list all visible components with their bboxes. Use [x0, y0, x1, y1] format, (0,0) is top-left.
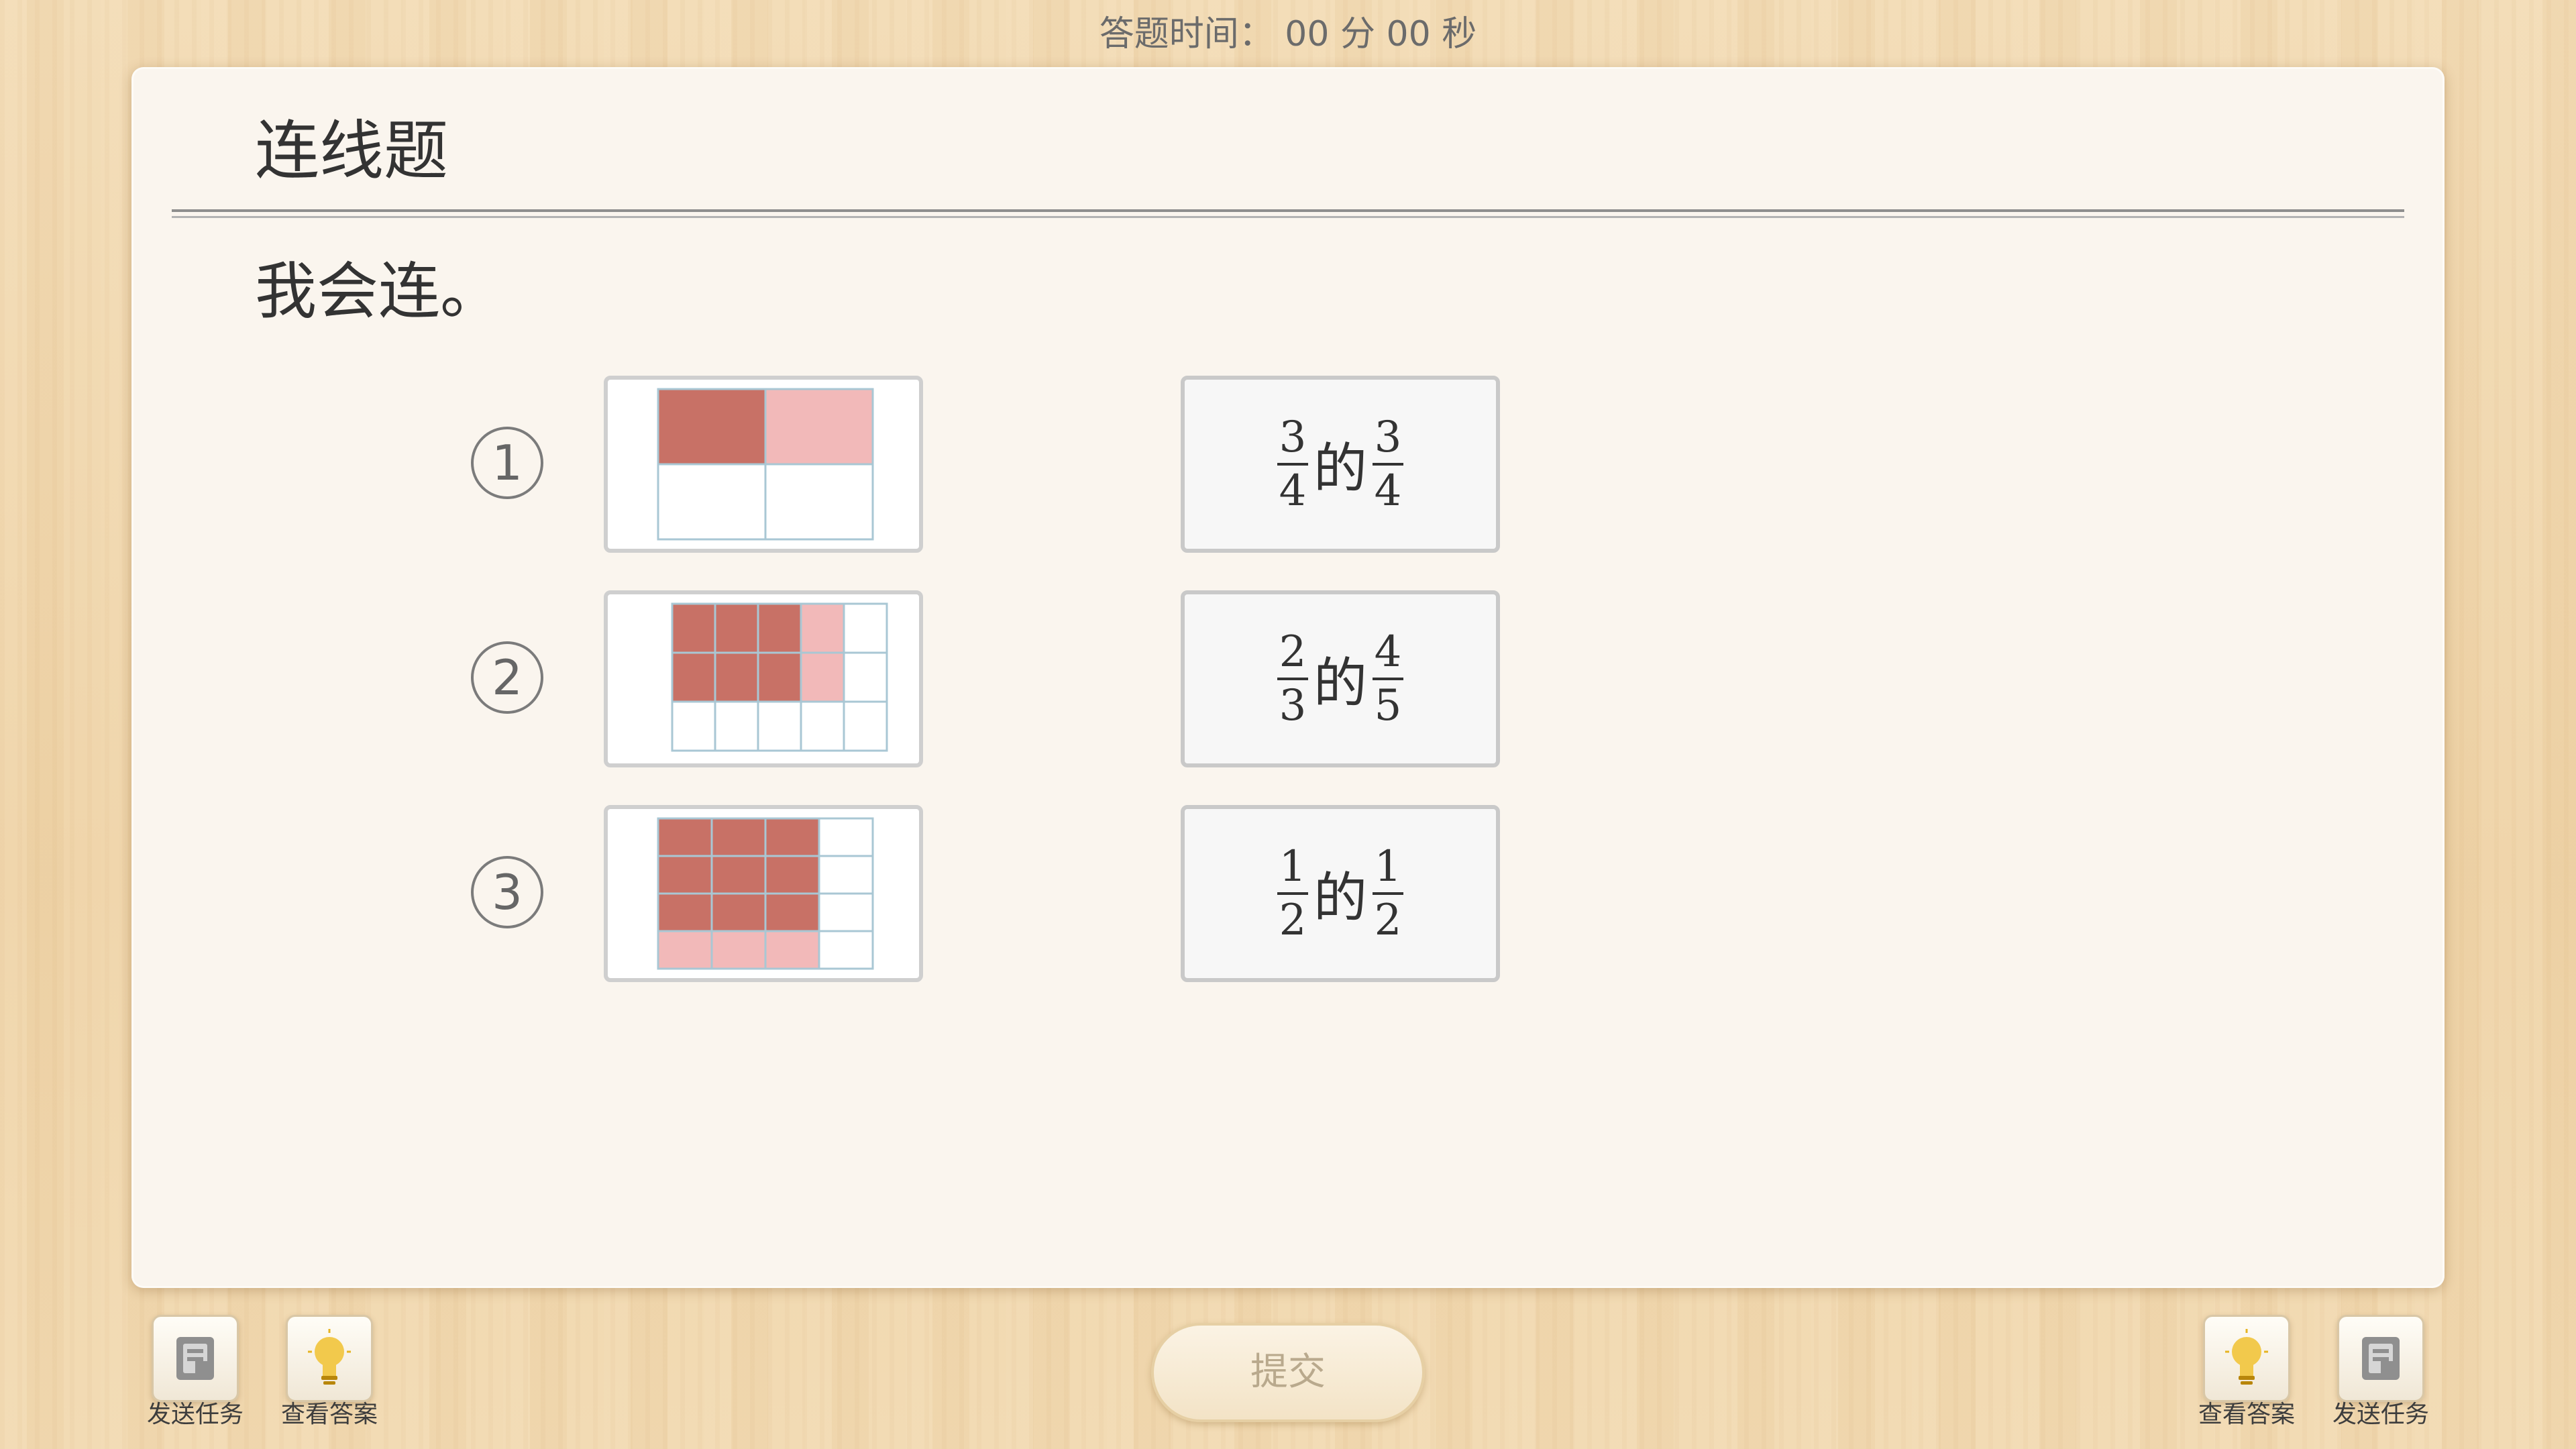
denominator: 2	[1279, 896, 1307, 945]
denominator: 3	[1279, 681, 1307, 731]
view-answer-label-right: 查看答案	[2198, 1401, 2295, 1428]
figure-option-3[interactable]	[604, 805, 923, 982]
question-card: 连线题 我会连。 1 3 4 的 3 4 2 2 3 的 4 5 3 1 2 的…	[131, 67, 2445, 1288]
question-type-title: 连线题	[255, 113, 448, 189]
fraction-option-2[interactable]: 2 3 的 4 5	[1181, 590, 1500, 767]
send-task-icon	[176, 1337, 214, 1380]
view-answer-button-left[interactable]	[286, 1315, 373, 1402]
numerator: 4	[1374, 627, 1402, 677]
question-prompt: 我会连。	[255, 256, 502, 327]
fraction-right-1: 3 4	[1373, 415, 1403, 514]
lightbulb-icon	[2225, 1329, 2268, 1385]
submit-button[interactable]: 提交	[1151, 1323, 1425, 1422]
fraction-bar	[1277, 463, 1308, 466]
fraction-bar	[1373, 678, 1403, 680]
send-task-button-left[interactable]	[152, 1315, 239, 1402]
fraction-left-2: 2 3	[1277, 629, 1308, 729]
timer-text: 答题时间： 00 分 00 秒	[1099, 14, 1477, 54]
row-number-2: 2	[471, 641, 543, 714]
title-divider	[172, 209, 2404, 212]
view-answer-label-left: 查看答案	[280, 1401, 378, 1428]
view-answer-button-right[interactable]	[2203, 1315, 2290, 1402]
fraction-right-3: 1 2	[1373, 844, 1403, 943]
send-task-icon	[2362, 1337, 2400, 1380]
fraction-left-3: 1 2	[1277, 844, 1308, 943]
joiner-text: 的	[1313, 867, 1367, 929]
numerator: 2	[1279, 627, 1307, 677]
fraction-right-2: 4 5	[1373, 629, 1403, 729]
fraction-bar	[1373, 892, 1403, 895]
row-number-3: 3	[471, 856, 543, 928]
row-number-1: 1	[471, 427, 543, 499]
fraction-bar	[1373, 463, 1403, 466]
joiner-text: 的	[1313, 437, 1367, 500]
fraction-figure-2	[671, 602, 888, 752]
fraction-figure-3	[657, 817, 874, 970]
denominator: 5	[1374, 681, 1402, 731]
fraction-option-1[interactable]: 3 4 的 3 4	[1181, 376, 1500, 553]
send-task-label-left: 发送任务	[146, 1401, 244, 1428]
denominator: 2	[1374, 896, 1402, 945]
send-task-label-right: 发送任务	[2332, 1401, 2429, 1428]
denominator: 4	[1374, 466, 1402, 516]
fraction-left-1: 3 4	[1277, 415, 1308, 514]
lightbulb-icon	[308, 1329, 351, 1385]
fraction-figure-1	[657, 388, 874, 541]
fraction-option-3[interactable]: 1 2 的 1 2	[1181, 805, 1500, 982]
numerator: 3	[1279, 413, 1307, 462]
joiner-text: 的	[1313, 652, 1367, 714]
title-divider-shadow	[172, 216, 2404, 218]
fraction-bar	[1277, 678, 1308, 680]
send-task-button-right[interactable]	[2337, 1315, 2424, 1402]
numerator: 1	[1374, 842, 1402, 892]
numerator: 3	[1374, 413, 1402, 462]
denominator: 4	[1279, 466, 1307, 516]
figure-option-2[interactable]	[604, 590, 923, 767]
figure-option-1[interactable]	[604, 376, 923, 553]
numerator: 1	[1279, 842, 1307, 892]
fraction-bar	[1277, 892, 1308, 895]
